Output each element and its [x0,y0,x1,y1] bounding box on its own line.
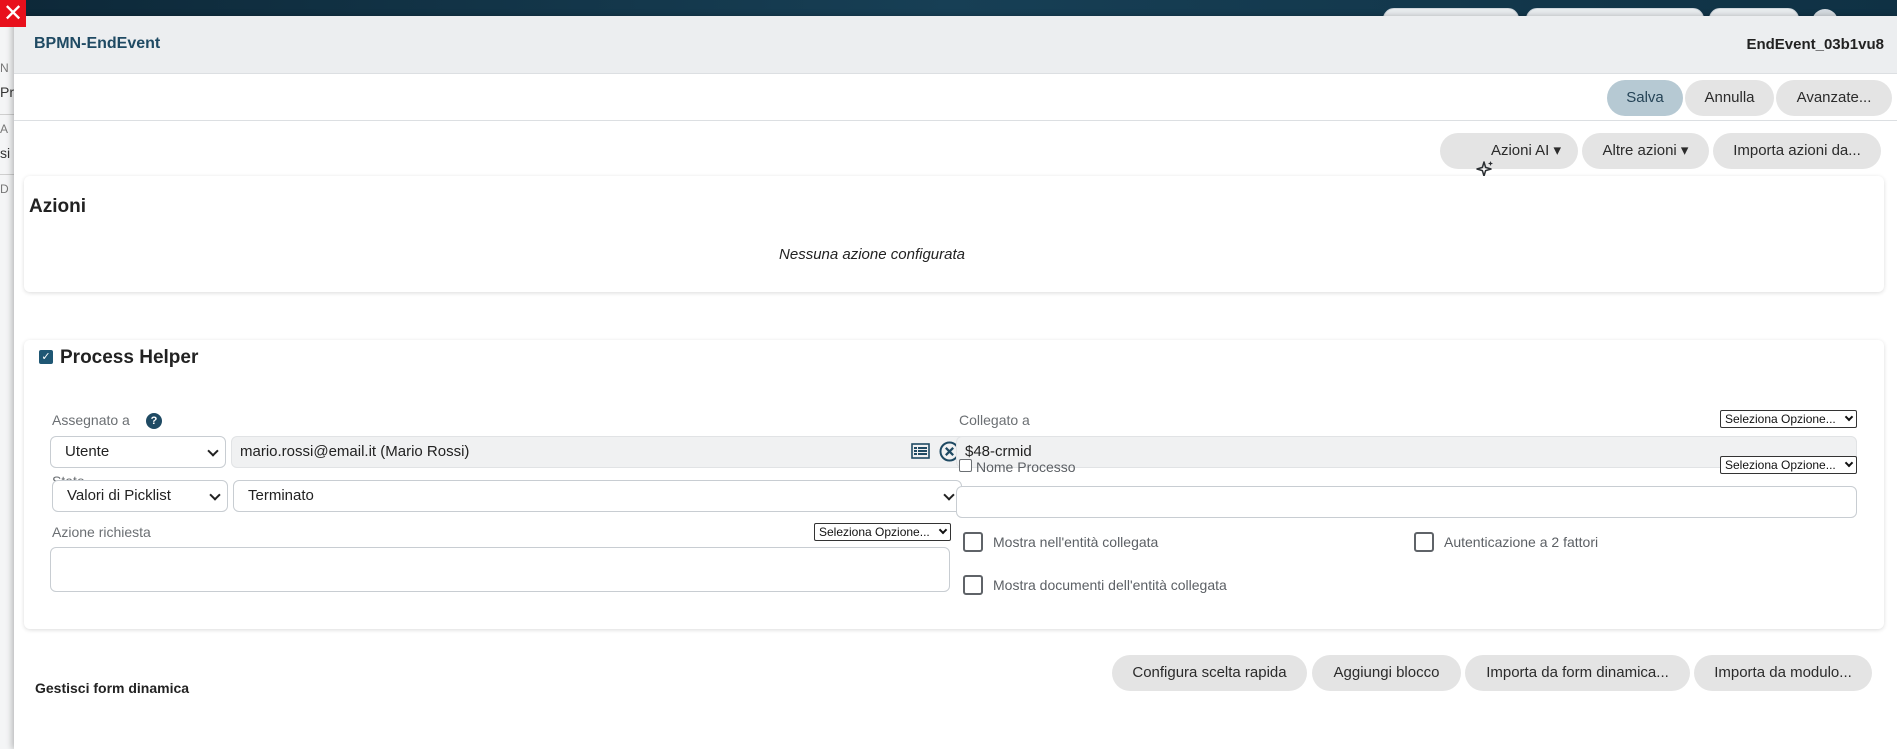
assigned-user-field[interactable]: mario.rossi@email.it (Mario Rossi) [231,436,966,468]
import-module-button[interactable]: Importa da modulo... [1694,655,1872,691]
other-actions-button[interactable]: Altre azioni ▾ [1582,133,1709,169]
background-divider [0,174,14,175]
process-helper-title: Process Helper [60,347,199,368]
process-name-option-select[interactable]: Seleziona Opzione... [1720,456,1857,474]
process-name-checkbox[interactable] [959,459,972,472]
bpmn-modal: BPMN-EndEvent EndEvent_03b1vu8 Salva Ann… [14,16,1897,749]
background-divider [0,114,14,115]
assigned-type-select[interactable]: Utente [50,436,226,468]
actions-empty-message: Nessuna azione configurata [779,246,965,263]
dynamic-form-title: Gestisci form dinamica [35,680,190,696]
close-icon[interactable]: ✕ [0,0,26,27]
help-icon[interactable]: ? [146,413,162,429]
modal-title: BPMN-EndEvent [34,35,161,52]
background-label: N [0,61,9,75]
process-helper-checkbox[interactable]: ✓ [39,350,53,364]
two-factor-label: Autenticazione a 2 fattori [1444,534,1599,550]
linked-option-select[interactable]: Seleziona Opzione... [1720,410,1857,428]
actions-title: Azioni [29,196,86,217]
background-text: Pr [0,84,14,100]
modal-header: BPMN-EndEvent EndEvent_03b1vu8 [14,16,1897,74]
process-name-input[interactable] [956,486,1857,518]
list-icon[interactable] [911,443,930,459]
ai-actions-label: Azioni AI ▾ [1490,142,1562,159]
advanced-button[interactable]: Avanzate... [1776,80,1892,116]
stato-source-select[interactable]: Valori di Picklist [52,480,228,512]
import-actions-button[interactable]: Importa azioni da... [1713,133,1881,169]
modal-toolbar: Salva Annulla Avanzate... [14,74,1897,121]
cancel-button[interactable]: Annulla [1685,80,1774,116]
background-label: D [0,182,9,196]
background-label: A [0,122,9,136]
show-docs-checkbox[interactable] [963,575,983,595]
save-button[interactable]: Salva [1607,80,1683,116]
element-id: EndEvent_03b1vu8 [1746,36,1884,53]
two-factor-checkbox[interactable] [1414,532,1434,552]
quick-choice-button[interactable]: Configura scelta rapida [1112,655,1307,691]
stato-value-select[interactable]: Terminato [233,480,962,512]
import-form-button[interactable]: Importa da form dinamica... [1465,655,1690,691]
show-docs-label: Mostra documenti dell'entità collegata [993,577,1227,593]
ai-actions-button[interactable]: Azioni AI ▾ [1440,133,1578,169]
required-action-textarea[interactable] [50,547,950,592]
show-in-linked-checkbox[interactable] [963,532,983,552]
actions-card [24,176,1884,292]
process-name-label: Nome Processo [976,459,1076,475]
assigned-label: Assegnato a [52,412,130,428]
background-text: si [0,145,11,161]
required-action-option-select[interactable]: Seleziona Opzione... [814,523,951,541]
add-block-button[interactable]: Aggiungi blocco [1312,655,1461,691]
show-in-linked-label: Mostra nell'entità collegata [993,534,1159,550]
linked-label: Collegato a [959,412,1030,428]
required-action-label: Azione richiesta [52,524,151,540]
